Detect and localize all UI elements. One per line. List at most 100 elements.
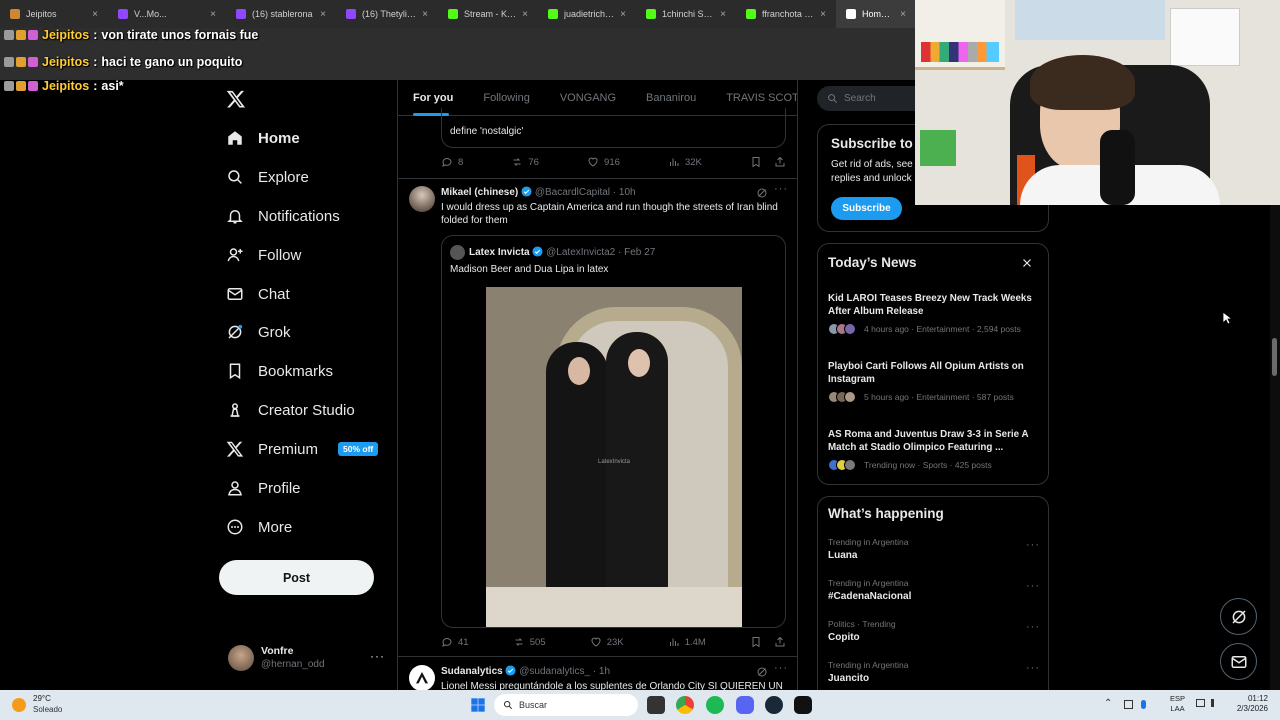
nav-item-follow[interactable]: Follow (226, 242, 301, 268)
more-dots-icon[interactable]: ··· (1026, 580, 1040, 592)
author-name[interactable]: Sudanalytics (441, 666, 503, 677)
post-time[interactable]: · 10h (613, 187, 636, 198)
trend-item[interactable]: Politics · Trending Copito ··· (828, 619, 1040, 643)
browser-tab[interactable]: (16) stablerona × (226, 0, 336, 28)
chat-message-text: haci te gano un poquito (101, 55, 243, 69)
scrollbar-thumb[interactable] (1272, 338, 1277, 376)
browser-tab[interactable]: Jeipitos × (0, 0, 108, 28)
quoted-post-tail[interactable]: define 'nostalgic' (441, 108, 786, 148)
close-icon[interactable] (1021, 256, 1035, 270)
avatar[interactable] (409, 665, 435, 690)
clock[interactable]: 01:12 2/3/2026 (1232, 694, 1268, 714)
wall-poster (1170, 8, 1240, 66)
views-button[interactable]: 32K (668, 156, 702, 168)
tray-chevron-icon[interactable]: ⌃ (1104, 698, 1112, 709)
tiktok-icon[interactable] (794, 696, 812, 714)
nav-item-more[interactable]: More (226, 514, 292, 540)
steam-icon[interactable] (765, 696, 783, 714)
subscribe-button[interactable]: Subscribe (831, 197, 902, 220)
nav-item-explore[interactable]: Explore (226, 164, 309, 190)
weather-widget[interactable]: 29°C Soleado (10, 694, 90, 716)
browser-tab[interactable]: 1chinchi Stream × (636, 0, 736, 28)
repost-button[interactable]: 76 (511, 156, 539, 168)
author-handle[interactable]: @BacardlCapital (535, 187, 610, 198)
trend-item[interactable]: Trending in Argentina Luana ··· (828, 537, 1040, 561)
author-handle[interactable]: @sudanalytics_ (519, 666, 590, 677)
more-dots-icon[interactable]: ··· (1026, 662, 1040, 674)
nav-item-home[interactable]: Home (226, 125, 300, 151)
x-logo-icon[interactable] (226, 89, 246, 109)
close-tab-icon[interactable]: × (820, 9, 826, 20)
avatar[interactable] (409, 186, 435, 212)
reply-button[interactable]: 41 (441, 636, 469, 648)
discord-icon[interactable] (736, 696, 754, 714)
author-name[interactable]: Mikael (chinese) (441, 187, 518, 198)
taskbar-search[interactable]: Buscar (494, 694, 638, 716)
close-tab-icon[interactable]: × (900, 9, 906, 20)
repost-button[interactable]: 505 (513, 636, 546, 648)
spotify-icon[interactable] (706, 696, 724, 714)
nav-item-grok[interactable]: Grok (226, 319, 291, 345)
nav-item-creator-studio[interactable]: Creator Studio (226, 397, 355, 423)
messages-floating-button[interactable] (1220, 643, 1257, 680)
tray-status-icons[interactable] (1196, 699, 1232, 711)
share-button[interactable] (774, 156, 786, 168)
tray-icons[interactable] (1124, 700, 1164, 710)
bookmark-button[interactable] (750, 636, 762, 648)
browser-tab[interactable]: (16) Thetylilshe × (336, 0, 438, 28)
bookmark-button[interactable] (750, 156, 762, 168)
post-button[interactable]: Post (219, 560, 374, 595)
browser-tab[interactable]: Home / X × (836, 0, 916, 28)
close-tab-icon[interactable]: × (320, 9, 326, 20)
close-tab-icon[interactable]: × (620, 9, 626, 20)
quoted-post[interactable]: Latex Invicta @LatexInvicta2 · Feb 27 Ma… (441, 235, 786, 628)
windows-start-icon[interactable] (469, 696, 487, 714)
news-item[interactable]: Kid LAROI Teases Breezy New Track Weeks … (828, 292, 1043, 335)
news-item[interactable]: AS Roma and Juventus Draw 3-3 in Serie A… (828, 428, 1043, 471)
close-tab-icon[interactable]: × (422, 9, 428, 20)
account-switcher[interactable]: Vonfre @hernan_odd ··· (226, 643, 386, 675)
post-time[interactable]: · 1h (593, 666, 610, 677)
nav-item-bookmarks[interactable]: Bookmarks (226, 358, 333, 384)
close-tab-icon[interactable]: × (522, 9, 528, 20)
grok-icon (1231, 609, 1246, 624)
like-button[interactable]: 23K (590, 636, 624, 648)
more-dots-icon[interactable]: ··· (774, 183, 788, 195)
reply-icon (442, 638, 452, 647)
more-dots-icon[interactable]: ··· (1026, 621, 1040, 633)
close-tab-icon[interactable]: × (92, 9, 98, 20)
repost-count: 505 (529, 636, 546, 648)
nav-item-premium[interactable]: Premium 50% off (226, 436, 379, 462)
close-tab-icon[interactable]: × (720, 9, 726, 20)
nav-item-profile[interactable]: Profile (226, 475, 301, 501)
file-explorer-icon[interactable] (647, 696, 665, 714)
grok-icon[interactable] (756, 186, 768, 198)
browser-tab[interactable]: juadietrich Stre × (538, 0, 636, 28)
verified-badge-icon (505, 665, 517, 676)
tab-label: 1chinchi Stream (662, 9, 715, 19)
views-button[interactable]: 1.4M (668, 636, 706, 648)
news-item[interactable]: Playboi Carti Follows All Opium Artists … (828, 360, 1043, 403)
reply-button[interactable]: 8 (441, 156, 463, 168)
page-scrollbar[interactable] (1270, 205, 1280, 690)
more-dots-icon[interactable]: ··· (1026, 539, 1040, 551)
grok-floating-button[interactable] (1220, 598, 1257, 635)
nav-item-notifications[interactable]: Notifications (226, 203, 340, 229)
like-icon (591, 637, 601, 647)
more-dots-icon[interactable]: ··· (774, 662, 788, 674)
post-image[interactable]: LatexInvicta (486, 287, 742, 627)
like-button[interactable]: 916 (587, 156, 620, 168)
grok-icon[interactable] (756, 665, 768, 677)
share-button[interactable] (774, 636, 786, 648)
browser-tab[interactable]: V...Mo... × (108, 0, 226, 28)
close-tab-icon[interactable]: × (210, 9, 216, 20)
browser-tab[interactable]: Stream - Kick D × (438, 0, 538, 28)
language-indicator[interactable]: ESP LAA (1170, 694, 1185, 714)
more-dots-icon[interactable]: ··· (370, 649, 385, 663)
browser-tab[interactable]: ffranchota Stre × (736, 0, 836, 28)
trend-item[interactable]: Trending in Argentina #CadenaNacional ··· (828, 578, 1040, 602)
trend-item[interactable]: Trending in Argentina Juancito ··· (828, 660, 1040, 684)
nav-item-chat[interactable]: Chat (226, 281, 290, 307)
home-icon (228, 131, 242, 145)
chrome-icon[interactable] (676, 696, 694, 714)
